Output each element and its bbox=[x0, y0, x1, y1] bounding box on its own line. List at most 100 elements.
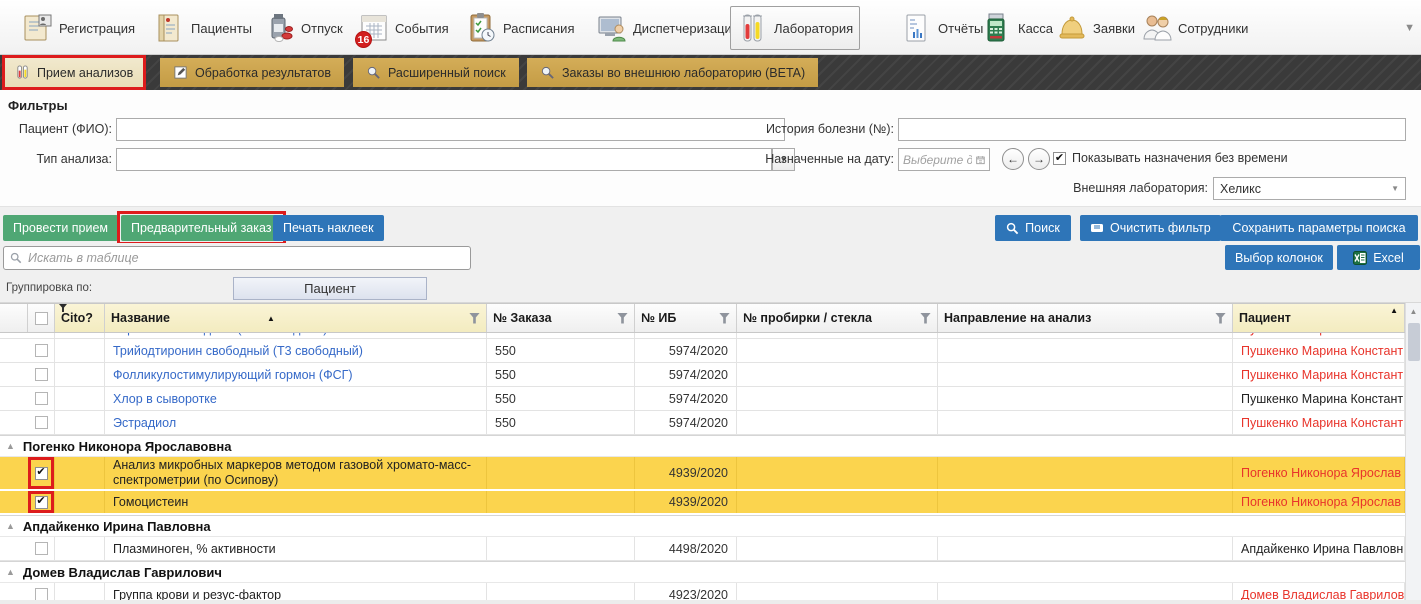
filter-funnel-icon[interactable] bbox=[1215, 313, 1226, 324]
referral-cell bbox=[938, 491, 1233, 513]
row-checkbox[interactable] bbox=[35, 542, 48, 555]
external-lab-select[interactable]: Хеликс ▼ bbox=[1213, 177, 1406, 200]
print-labels-button[interactable]: Печать наклеек bbox=[273, 215, 384, 241]
table-search-band: Выбор колонок Excel bbox=[0, 243, 1421, 273]
row-checkbox[interactable] bbox=[35, 392, 48, 405]
header-case-no[interactable]: № ИБ bbox=[635, 304, 737, 332]
analysis-name-link[interactable]: Эстрадиол bbox=[105, 411, 487, 434]
patient-name: Пушкенко Марина Констант bbox=[1233, 363, 1405, 386]
analysis-name[interactable]: Плазминоген, % активности bbox=[105, 537, 487, 560]
table-search-box[interactable] bbox=[3, 246, 471, 270]
chevron-down-icon: ▼ bbox=[1391, 184, 1399, 193]
nav-item-schedules[interactable]: Расписания bbox=[460, 6, 580, 50]
group-header-row[interactable]: ▲ Апдайкенко Ирина Павловна bbox=[0, 515, 1405, 537]
analysis-name-link[interactable]: Хлор в сыворотке bbox=[105, 387, 487, 410]
patient-fio-input[interactable] bbox=[116, 118, 785, 141]
table-row[interactable]: Фолликулостимулирующий гормон (ФСГ) 550 … bbox=[0, 363, 1405, 387]
nav-overflow-icon[interactable]: ▼ bbox=[1404, 22, 1415, 34]
nav-item-registration[interactable]: Регистрация bbox=[16, 6, 141, 50]
excel-export-button[interactable]: Excel bbox=[1337, 245, 1420, 270]
analysis-name-link[interactable]: Трийодтиронин свободный (Т3 свободный) bbox=[105, 339, 487, 362]
tab-external-lab-orders[interactable]: Заказы во внешнюю лабораторию (BETA) bbox=[527, 58, 818, 87]
analysis-name[interactable]: Анализ микробных маркеров методом газово… bbox=[105, 457, 487, 489]
date-placeholder: Выберите дату bbox=[903, 153, 972, 167]
row-checkbox[interactable]: ✔ bbox=[35, 496, 48, 509]
calendar-icon[interactable] bbox=[976, 154, 985, 166]
eraser-icon bbox=[1090, 223, 1104, 233]
nav-item-dispensing[interactable]: Отпуск bbox=[258, 6, 349, 50]
prev-date-button[interactable]: ← bbox=[1002, 148, 1024, 170]
patient-name: Пушкенко Марина Констант bbox=[1233, 387, 1405, 410]
group-collapse-icon[interactable]: ▲ bbox=[6, 521, 15, 531]
group-header-row[interactable]: ▲ Погенко Никонора Ярославовна bbox=[0, 435, 1405, 457]
header-order-no[interactable]: № Заказа bbox=[487, 304, 635, 332]
check-icon: ✔ bbox=[1055, 153, 1064, 164]
search-button[interactable]: Поиск bbox=[995, 215, 1071, 241]
row-checkbox[interactable]: ✔ bbox=[35, 467, 48, 480]
clear-filter-button[interactable]: Очистить фильтр bbox=[1080, 215, 1221, 241]
header-cito[interactable]: Cito? bbox=[55, 304, 105, 332]
choose-columns-button[interactable]: Выбор колонок bbox=[1225, 245, 1333, 270]
nav-item-dispatch[interactable]: Диспетчеризация bbox=[590, 6, 745, 50]
nav-item-cashdesk[interactable]: Касса bbox=[975, 6, 1059, 50]
tab-results-processing[interactable]: Обработка результатов bbox=[160, 58, 344, 87]
save-search-params-button[interactable]: Сохранить параметры поиска bbox=[1220, 215, 1418, 241]
nav-item-employees[interactable]: Сотрудники bbox=[1135, 6, 1254, 50]
filter-funnel-icon[interactable] bbox=[617, 313, 628, 324]
table-search-input[interactable] bbox=[28, 251, 464, 265]
header-referral[interactable]: Направление на анализ bbox=[938, 304, 1233, 332]
filter-funnel-icon[interactable] bbox=[719, 313, 730, 324]
row-checkbox[interactable] bbox=[35, 344, 48, 357]
patient-name: Погенко Никонора Ярослав bbox=[1233, 491, 1405, 513]
tab-analysis-reception[interactable]: Прием анализов bbox=[2, 55, 146, 90]
analysis-name-link[interactable]: Фолликулостимулирующий гормон (ФСГ) bbox=[105, 363, 487, 386]
nav-item-patients[interactable]: Пациенты bbox=[148, 6, 258, 50]
table-row[interactable]: Хлор в сыворотке 550 5974/2020 Пушкенко … bbox=[0, 387, 1405, 411]
group-collapse-icon[interactable]: ▲ bbox=[6, 441, 15, 451]
horizontal-scrollbar[interactable] bbox=[0, 600, 1421, 604]
patient-fio-label: Пациент (ФИО): bbox=[19, 122, 112, 136]
receive-button[interactable]: Провести прием bbox=[3, 215, 118, 241]
nav-item-laboratory[interactable]: Лаборатория bbox=[730, 6, 860, 50]
nav-item-requests[interactable]: Заявки bbox=[1050, 6, 1141, 50]
table-row[interactable]: Трийодтиронин свободный (Т3 свободный) 5… bbox=[0, 339, 1405, 363]
preorder-button[interactable]: Предварительный заказ bbox=[121, 215, 282, 241]
filter-funnel-icon[interactable] bbox=[920, 313, 931, 324]
referral-cell bbox=[938, 363, 1233, 386]
analysis-name-link[interactable]: Тироксин свободный (Т4 свободный) bbox=[113, 333, 327, 337]
order-no-cell bbox=[487, 537, 635, 560]
header-name[interactable]: Название▲ bbox=[105, 304, 487, 332]
analysis-type-input[interactable] bbox=[116, 148, 772, 171]
two-people-icon bbox=[1141, 12, 1173, 44]
header-patient[interactable]: Пациент▲ bbox=[1233, 304, 1405, 332]
nav-label: Пациенты bbox=[191, 21, 252, 36]
grouping-chip-patient[interactable]: Пациент bbox=[233, 277, 427, 300]
next-date-button[interactable]: → bbox=[1028, 148, 1050, 170]
check-icon: ✔ bbox=[36, 496, 45, 507]
assigned-date-input[interactable]: Выберите дату bbox=[898, 148, 990, 171]
table-row[interactable]: Плазминоген, % активности 4498/2020 Апда… bbox=[0, 537, 1405, 561]
scroll-up-icon[interactable]: ▲ bbox=[1406, 303, 1421, 319]
header-tube-no[interactable]: № пробирки / стекла bbox=[737, 304, 938, 332]
tab-advanced-search[interactable]: Расширенный поиск bbox=[353, 58, 519, 87]
filter-funnel-icon[interactable] bbox=[469, 313, 480, 324]
order-no-cell bbox=[487, 457, 635, 489]
group-header-row[interactable]: ▲ Домев Владислав Гаврилович bbox=[0, 561, 1405, 583]
vertical-scrollbar[interactable]: ▲ bbox=[1405, 303, 1421, 600]
tube-no-cell bbox=[737, 457, 938, 489]
row-checkbox[interactable] bbox=[35, 416, 48, 429]
table-row[interactable]: Эстрадиол 550 5974/2020 Пушкенко Марина … bbox=[0, 411, 1405, 435]
table-row-selected[interactable]: ✔ Гомоцистеин 4939/2020 Погенко Никонора… bbox=[0, 491, 1405, 515]
header-checkbox-cell bbox=[28, 304, 55, 332]
patients-icon bbox=[154, 12, 186, 44]
group-collapse-icon[interactable]: ▲ bbox=[6, 567, 15, 577]
select-all-checkbox[interactable] bbox=[35, 312, 48, 325]
external-lab-label: Внешняя лаборатория: bbox=[1073, 181, 1208, 195]
analysis-name[interactable]: Гомоцистеин bbox=[105, 491, 487, 513]
row-checkbox[interactable] bbox=[35, 368, 48, 381]
scrollbar-thumb[interactable] bbox=[1408, 323, 1420, 361]
show-no-time-checkbox[interactable]: ✔ bbox=[1053, 152, 1066, 165]
case-history-input[interactable] bbox=[898, 118, 1406, 141]
nav-item-events[interactable]: 16 События bbox=[352, 6, 455, 50]
table-row-selected[interactable]: ✔ Анализ микробных маркеров методом газо… bbox=[0, 457, 1405, 491]
